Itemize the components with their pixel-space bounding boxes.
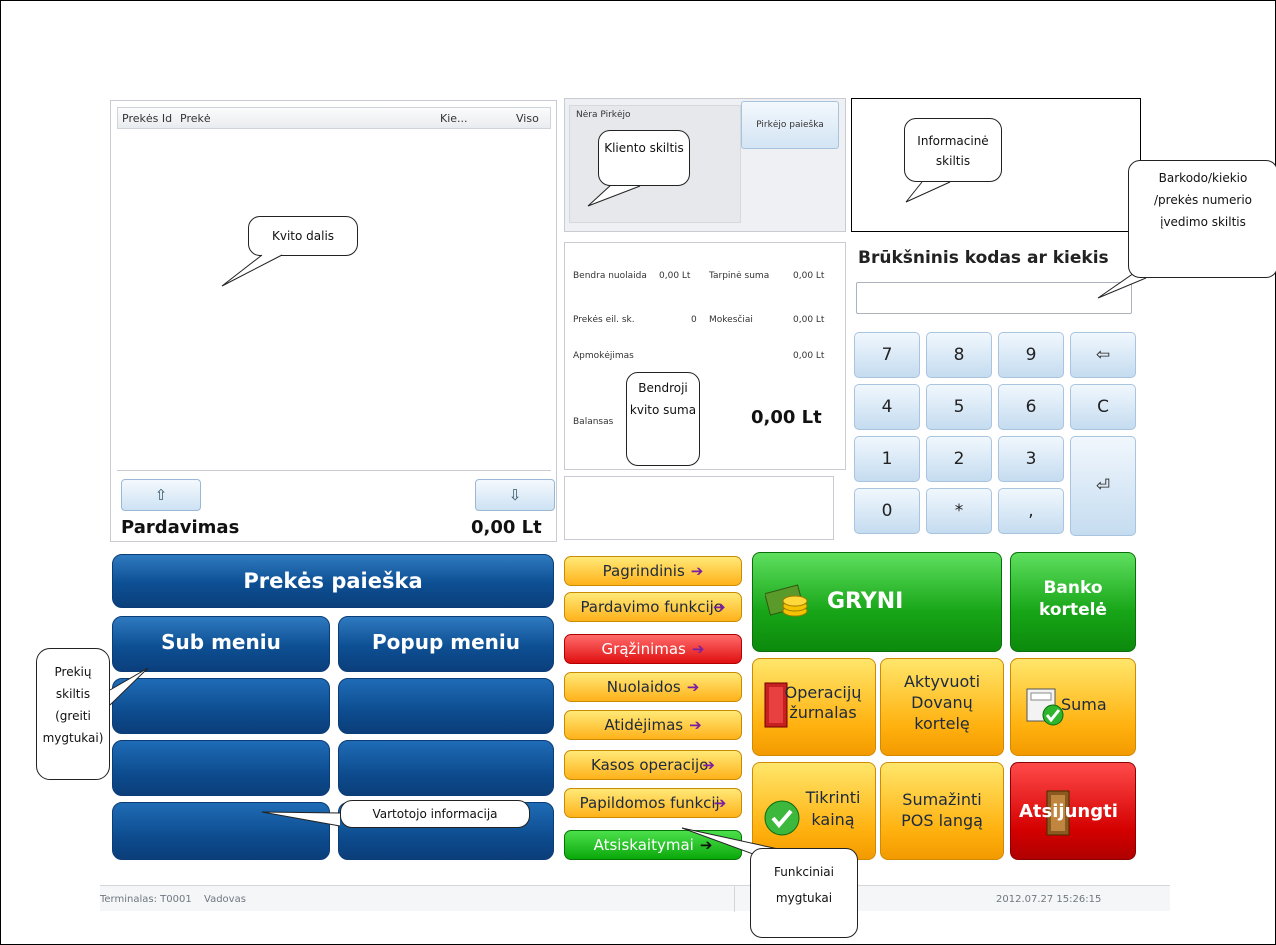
callout-user-info: Vartotojo informacija [340, 800, 530, 828]
callout-total: Bendroji kvito suma [626, 372, 700, 466]
callout-products: Prekių skiltis (greiti mygtukai) [36, 648, 110, 780]
callout-barcode: Barkodo/kiekio /prekės numerio įvedimo s… [1128, 160, 1276, 278]
callout-receipt-text [248, 216, 358, 256]
callout-functions: Funkciniai mygtukai [750, 848, 858, 938]
callout-info: Informacinė skiltis [904, 118, 1002, 182]
callout-client: Kliento skiltis [598, 130, 690, 186]
